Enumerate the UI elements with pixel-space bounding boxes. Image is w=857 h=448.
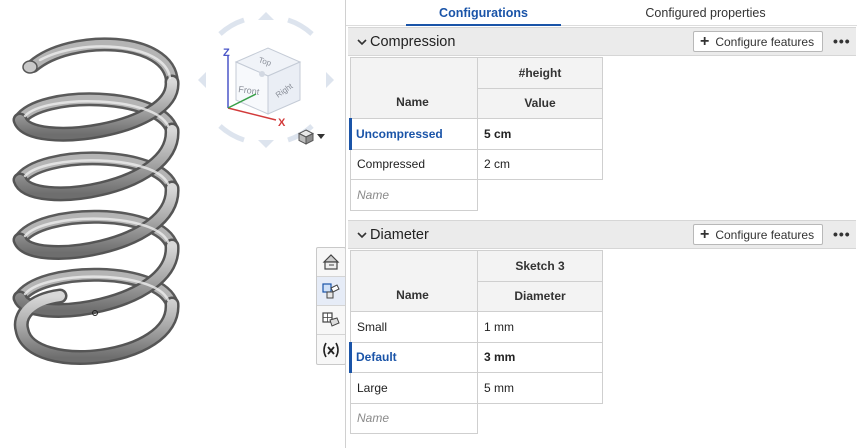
tab-configurations[interactable]: Configurations [406, 0, 561, 26]
configure-features-button[interactable]: + Configure features [693, 224, 823, 245]
toolbar-configurations-button[interactable] [317, 277, 345, 306]
cube-icon [298, 129, 314, 145]
view-options-dropdown[interactable] [298, 128, 328, 146]
new-config-name-input[interactable]: Name [350, 179, 478, 211]
section-title: Diameter [370, 227, 429, 243]
configure-features-label: Configure features [715, 34, 815, 49]
axis-x-label: X [278, 117, 286, 129]
section-header-diameter[interactable]: Diameter + Configure features ••• [348, 220, 856, 249]
config-row-name[interactable]: Small [350, 311, 478, 343]
config-row-name[interactable]: Large [350, 372, 478, 404]
side-toolbar [316, 247, 346, 365]
name-header: Name [396, 95, 429, 109]
configurations-icon [322, 283, 340, 299]
config-row-value[interactable]: 2 cm [477, 148, 603, 180]
house-shape-icon [322, 254, 340, 270]
config-row-name[interactable]: Compressed [350, 148, 478, 180]
plus-icon: + [700, 32, 710, 50]
config-table-compression: #height Value Uncompressed 5 cm Compress… [349, 57, 603, 211]
config-row-value[interactable]: 3 mm [477, 341, 603, 373]
toolbar-variable-studio-button[interactable] [317, 306, 345, 335]
configure-features-label: Configure features [715, 227, 815, 242]
config-row-name[interactable]: Default [349, 341, 478, 373]
grid-cube-icon [322, 312, 340, 327]
variable-function-icon [323, 342, 339, 357]
tab-configured-properties[interactable]: Configured properties [628, 0, 783, 26]
graphics-viewport[interactable]: Top Front Right Z X [0, 0, 346, 448]
plus-icon: + [700, 225, 710, 243]
more-options-icon[interactable]: ••• [833, 227, 851, 241]
value-header: Diameter [477, 280, 603, 312]
configurations-panel: Configurations Configured properties Com… [346, 0, 857, 448]
param-header: Sketch 3 [477, 250, 603, 282]
configure-features-button[interactable]: + Configure features [693, 31, 823, 52]
config-row-value[interactable]: 1 mm [477, 311, 603, 343]
section-header-compression[interactable]: Compression + Configure features ••• [348, 27, 856, 56]
section-title: Compression [370, 34, 456, 50]
chevron-down-icon[interactable] [356, 229, 368, 241]
name-header: Name [396, 288, 429, 302]
axis-z-label: Z [223, 47, 230, 59]
param-header: #height [477, 57, 603, 89]
config-table-diameter: Sketch 3 Diameter Small 1 mm Default 3 m… [349, 250, 603, 434]
chevron-down-icon[interactable] [356, 36, 368, 48]
toolbar-appearance-button[interactable] [317, 248, 345, 277]
new-config-name-input[interactable]: Name [350, 402, 478, 434]
panel-tabs: Configurations Configured properties [346, 0, 857, 26]
config-row-name[interactable]: Uncompressed [349, 118, 478, 150]
config-row-value[interactable]: 5 cm [477, 118, 603, 150]
value-header: Value [477, 87, 603, 119]
more-options-icon[interactable]: ••• [833, 34, 851, 48]
toolbar-variables-button[interactable] [317, 335, 345, 364]
config-row-value[interactable]: 5 mm [477, 372, 603, 404]
chevron-down-icon [317, 134, 325, 139]
